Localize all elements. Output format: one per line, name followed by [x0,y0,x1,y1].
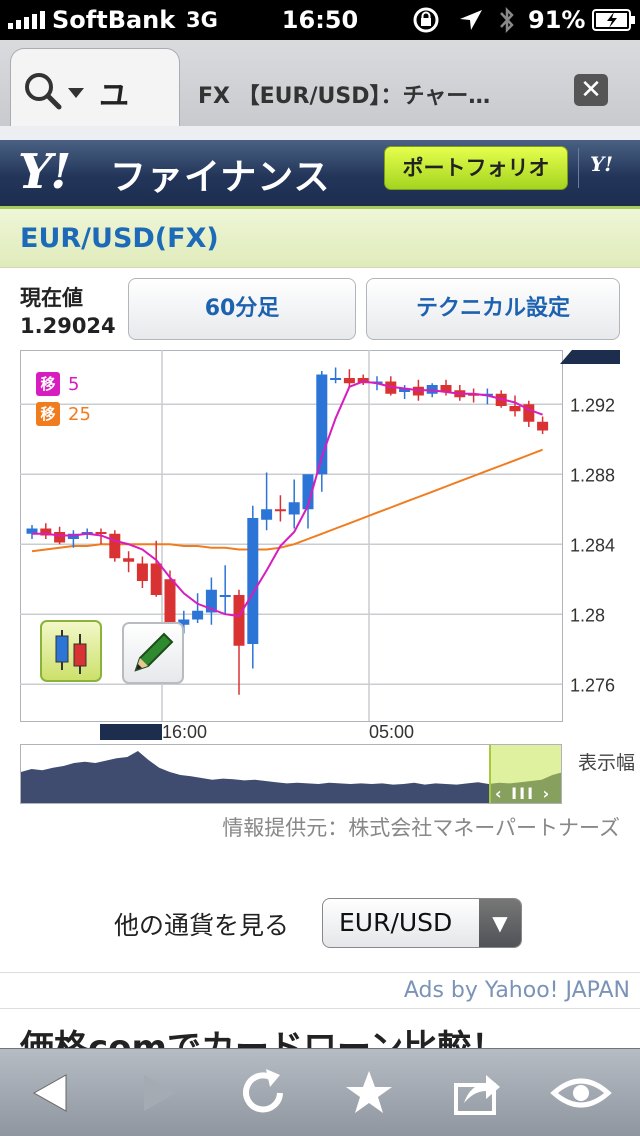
price-chart[interactable]: 1.292 1.288 1.284 1.28 1.276 16:00 05:00 移 5 … [20,350,640,770]
close-tab-button[interactable]: ✕ [574,74,608,106]
battery-percent: 91% [528,6,586,34]
pair-title: EUR/USD(FX) [20,223,219,254]
site-header: Y! ファイナンス ポートフォリオ Y! [0,126,640,206]
yahoo-small-logo[interactable]: Y! [590,152,613,176]
overview-range-chart[interactable]: ‹ III › [20,744,562,804]
legend-item-ma5: 移 5 [36,372,91,396]
candle [109,533,121,559]
scroll-handle-left[interactable] [100,724,162,740]
candle [150,563,162,595]
ma25-badge: 移 [36,402,60,426]
bluetooth-icon [500,6,514,34]
y-tick-label: 1.276 [570,675,615,695]
forward-icon[interactable] [124,1059,194,1127]
search-tab[interactable]: ユ [10,48,180,126]
ma5-badge: 移 [36,372,60,396]
candle [537,421,549,431]
candle [330,378,342,380]
pair-header: EUR/USD(FX) [0,206,640,268]
range-selector[interactable]: ‹ III › [489,745,561,803]
current-price: 現在値 1.29024 [20,284,116,340]
pencil-icon [134,632,174,672]
share-icon[interactable] [440,1059,510,1127]
y-tick-label: 1.292 [570,395,615,415]
currency-select-value: EUR/USD [339,908,453,937]
ma25-period: 25 [68,403,91,425]
y-tick-label: 1.284 [570,535,615,555]
chart-type-button[interactable] [40,620,102,682]
ma5-period: 5 [68,373,80,395]
header-divider [578,148,579,188]
x-tick-label: 05:00 [369,722,414,742]
candle [164,579,176,625]
candle [136,563,148,581]
current-price-value: 1.29024 [20,314,116,338]
current-price-label: 現在値 [20,286,83,310]
data-provider: 情報提供元：株式会社マネーパートナーズ [222,816,620,840]
back-icon[interactable] [16,1059,86,1127]
divider [0,1008,640,1009]
browser-toolbar [0,1048,640,1136]
candle [192,610,204,620]
candle [288,502,300,515]
candle [261,509,273,520]
candle [123,558,135,562]
range-handle-icon[interactable]: ‹ III › [495,784,551,803]
candle [95,532,107,534]
chart-legend: 移 5 移 25 [36,372,91,426]
yahoo-logo[interactable]: Y! [18,144,71,200]
ads-label[interactable]: Ads by Yahoo! JAPAN [0,978,630,1003]
site-title[interactable]: ファイナンス [110,148,331,200]
reload-icon[interactable] [228,1059,298,1127]
candle [247,518,259,644]
status-bar: SoftBank 3G 16:50 91% [0,0,640,40]
candle [233,595,245,646]
star-icon[interactable] [334,1059,404,1127]
battery-icon [592,9,635,31]
range-label[interactable]: 表示幅 [578,748,635,775]
technical-settings-button[interactable]: テクニカル設定 [366,278,620,340]
x-tick-label: 16:00 [162,722,207,742]
y-tick-label: 1.28 [570,605,605,625]
divider [0,972,640,973]
candle [343,378,355,384]
currency-select[interactable]: EUR/USD ▼ [322,898,522,948]
dropdown-arrow-icon: ▼ [479,899,521,947]
search-icon [25,73,62,110]
chevron-down-icon [68,88,84,98]
candle [54,532,66,543]
rotation-lock-icon [413,7,439,33]
portfolio-button[interactable]: ポートフォリオ [384,146,568,190]
browser-tab-bar: ユ FX 【EUR/USD】：チャー… ✕ [0,40,640,126]
overview-area[interactable] [21,745,562,804]
location-icon [460,10,482,30]
page-tab-title[interactable]: FX 【EUR/USD】：チャー… [198,78,490,110]
other-currency-label: 他の通貨を見る [114,911,290,940]
candlestick-chart[interactable]: 1.292 1.288 1.284 1.28 1.276 16:00 05:00 [20,350,640,750]
scroll-handle-right[interactable] [560,350,620,364]
y-tick-label: 1.288 [570,465,615,485]
overview-series [21,751,561,803]
search-text: ユ [99,79,129,114]
candlestick-icon [55,630,87,674]
eye-icon[interactable] [546,1059,616,1127]
draw-tool-button[interactable] [122,622,184,684]
candle [509,406,521,412]
candle [219,595,231,597]
legend-item-ma25: 移 25 [36,402,91,426]
interval-button[interactable]: 60分足 [128,278,356,340]
candle [274,509,286,512]
